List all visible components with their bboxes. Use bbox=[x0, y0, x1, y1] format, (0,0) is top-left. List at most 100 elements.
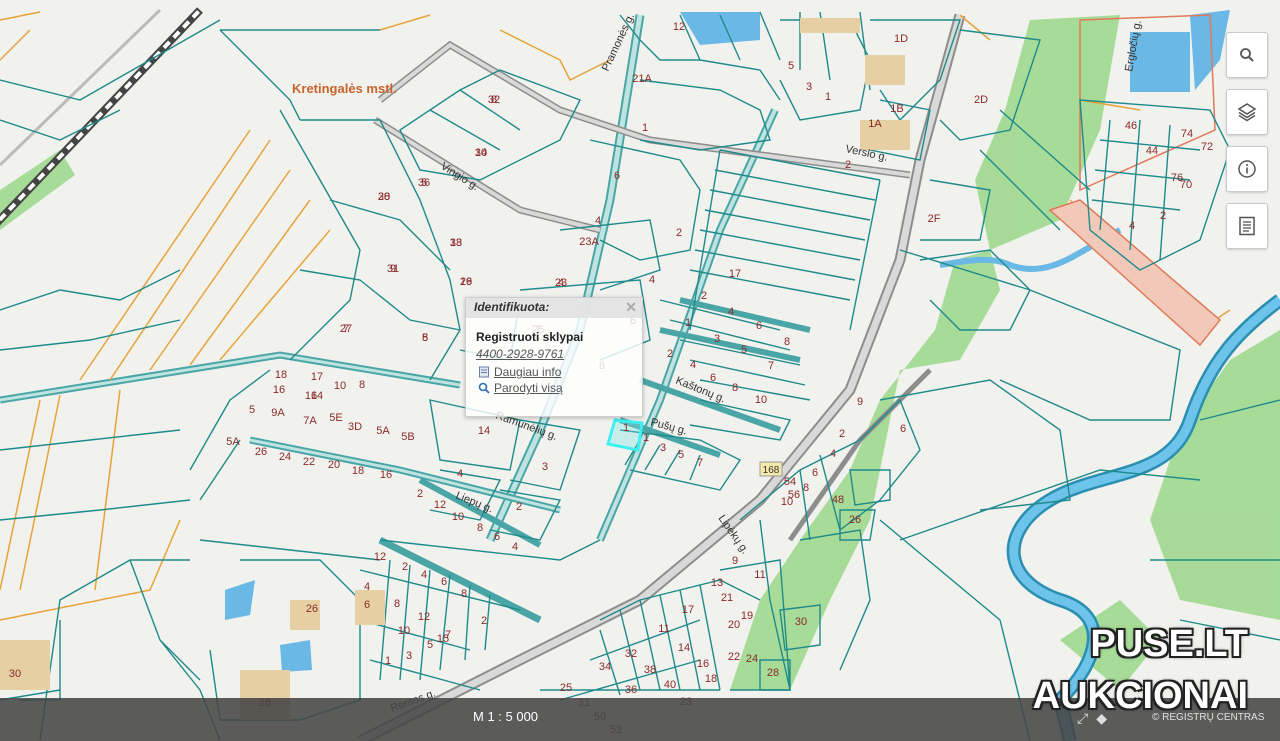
parcel-number: 8 bbox=[803, 482, 809, 494]
parcel-number: 46 bbox=[1125, 120, 1137, 132]
parcel-number: 8 bbox=[359, 379, 365, 391]
parcel-number: 2 bbox=[417, 488, 423, 500]
road-number: 168 bbox=[763, 465, 780, 476]
parcel-id-link[interactable]: 4400-2928-9761 bbox=[476, 347, 642, 361]
parcel-number: 18 bbox=[352, 465, 364, 477]
parcel-number: 26 bbox=[849, 514, 861, 526]
parcel-number: 38 bbox=[378, 191, 390, 203]
parcel-number: 18 bbox=[705, 673, 717, 685]
parcel-number: 1 bbox=[623, 422, 629, 434]
parcel-number: 32 bbox=[625, 648, 637, 660]
parcel-number: 9 bbox=[857, 396, 863, 408]
more-info-link[interactable]: Daugiau info bbox=[478, 365, 642, 379]
parcel-number: 8 bbox=[422, 332, 428, 344]
road-number-badge: 168 bbox=[759, 461, 783, 477]
parcel-number: 5B bbox=[401, 431, 414, 443]
parcel-number: 4 bbox=[558, 277, 564, 289]
parcel-number: 9 bbox=[732, 555, 738, 567]
parcel-number: 7 bbox=[697, 457, 703, 469]
parcel-number: 17 bbox=[682, 604, 694, 616]
parcel-number: 6 bbox=[812, 467, 818, 479]
parcel-number: 2 bbox=[845, 159, 851, 171]
parcel-number: 5A bbox=[226, 436, 240, 448]
parcel-number: 10 bbox=[755, 394, 767, 406]
parcel-number: 1 bbox=[385, 655, 391, 667]
parcel-number: 8 bbox=[394, 598, 400, 610]
parcel-number: 2F bbox=[928, 213, 941, 225]
parcel-number: 29 bbox=[460, 276, 472, 288]
parcel-number: 11 bbox=[754, 569, 765, 581]
show-all-link[interactable]: Parodyti visą bbox=[478, 381, 642, 395]
parcel-number: 40 bbox=[664, 679, 676, 691]
parcel-number: 1A bbox=[868, 118, 882, 130]
parcel-number: 1 bbox=[685, 317, 691, 329]
parcel-number: 6 bbox=[900, 423, 906, 435]
parcel-number: 2 bbox=[516, 501, 522, 513]
parcel-number: 24 bbox=[746, 653, 758, 665]
layers-button[interactable] bbox=[1226, 89, 1268, 135]
parcel-number: 2 bbox=[481, 615, 487, 627]
parcel-number: 12 bbox=[374, 551, 386, 563]
parcel-number: 4 bbox=[830, 448, 836, 460]
parcel-number: 9A bbox=[271, 407, 285, 419]
parcel-number: 22 bbox=[728, 651, 740, 663]
parcel-number: 21 bbox=[721, 592, 733, 604]
zoom-icon bbox=[478, 382, 490, 394]
parcel-number: 7A bbox=[303, 415, 317, 427]
parcel-number: 6 bbox=[364, 599, 370, 611]
parcel-number: 1B bbox=[890, 103, 903, 115]
parcel-number: 18 bbox=[275, 369, 287, 381]
parcel-number: 2 bbox=[667, 348, 673, 360]
parcel-number: 12 bbox=[418, 611, 430, 623]
close-icon[interactable]: ✕ bbox=[625, 299, 637, 316]
parcel-number: 10 bbox=[334, 380, 346, 392]
parcel-number: 1 bbox=[643, 432, 649, 444]
parcel-number: 5 bbox=[427, 639, 433, 651]
parcel-number: 44 bbox=[1146, 145, 1158, 157]
parcel-number: 16 bbox=[697, 658, 709, 670]
search-icon bbox=[1240, 48, 1254, 62]
parcel-number: 2D bbox=[974, 94, 988, 106]
parcel-number: 13 bbox=[711, 577, 723, 589]
legend-button[interactable] bbox=[1226, 203, 1268, 249]
parcel-number: 6 bbox=[441, 576, 447, 588]
parcel-number: 36 bbox=[418, 177, 430, 189]
popup-title: Identifikuota: bbox=[474, 300, 550, 314]
parcel-number: 26 bbox=[306, 603, 318, 615]
parcel-number: 12 bbox=[673, 21, 685, 33]
parcel-number: 38 bbox=[644, 664, 656, 676]
parcel-number: 5 bbox=[249, 404, 255, 416]
parcel-number: 54 bbox=[784, 476, 796, 488]
parcel-number: 5 bbox=[741, 344, 747, 356]
parcel-number: 8 bbox=[461, 588, 467, 600]
parcel-number: 4 bbox=[649, 274, 655, 286]
parcel-number: 4 bbox=[595, 215, 601, 227]
parcel-number: 70 bbox=[1180, 179, 1192, 191]
parcel-number: 5A bbox=[376, 425, 390, 437]
parcel-number: 4 bbox=[1129, 220, 1135, 232]
watermark: PUSE.LT AUKCIONAI bbox=[1033, 618, 1248, 722]
search-button[interactable] bbox=[1226, 32, 1268, 78]
legend-icon bbox=[1239, 216, 1255, 236]
parcel-number: 4 bbox=[421, 569, 427, 581]
parcel-number: 10 bbox=[452, 511, 464, 523]
parcel-number: 14 bbox=[678, 642, 690, 654]
parcel-number: 28 bbox=[767, 667, 779, 679]
parcel-number: 17 bbox=[311, 371, 323, 383]
parcel-number: 23A bbox=[579, 236, 599, 248]
info-button[interactable] bbox=[1226, 146, 1268, 192]
parcel-number: 3 bbox=[806, 81, 812, 93]
map-scale: M 1 : 5 000 bbox=[473, 709, 539, 724]
parcel-number: 20 bbox=[728, 619, 740, 631]
place-name: Kretingalės mstl. bbox=[292, 81, 397, 96]
parcel-number: 30 bbox=[9, 668, 21, 680]
popup-layer-name: Registruoti sklypai bbox=[476, 330, 584, 344]
parcel-number: 48 bbox=[832, 494, 844, 506]
parcel-number: 8 bbox=[477, 522, 483, 534]
parcel-number: 25 bbox=[560, 682, 572, 694]
parcel-number: 4 bbox=[690, 359, 696, 371]
parcel-number: 14 bbox=[478, 425, 490, 437]
parcel-number: 5E bbox=[329, 412, 342, 424]
parcel-number: 6 bbox=[756, 320, 762, 332]
parcel-number: 4 bbox=[364, 581, 370, 593]
